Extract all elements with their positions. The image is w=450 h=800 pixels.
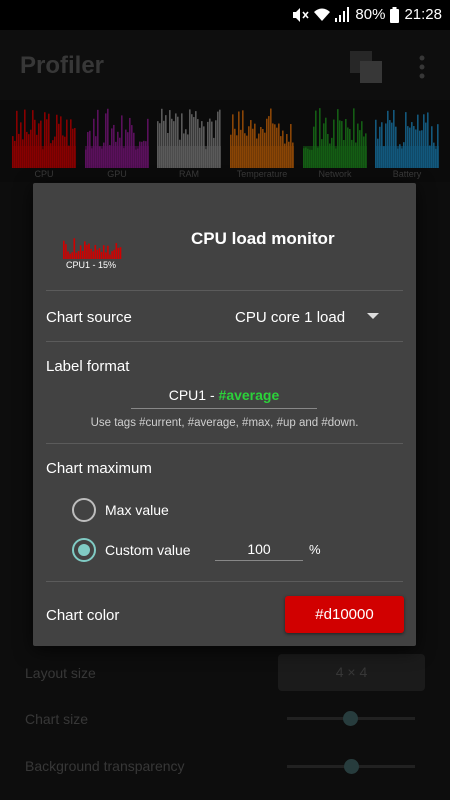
preview-bar xyxy=(88,243,90,259)
preview-bar xyxy=(71,252,73,259)
mute-icon xyxy=(293,7,310,22)
battery-icon xyxy=(390,6,400,23)
percent-unit: % xyxy=(309,542,321,557)
preview-bar xyxy=(73,238,76,259)
signal-icon xyxy=(335,7,350,22)
preview-bar xyxy=(96,249,99,259)
dropdown-arrow-icon[interactable] xyxy=(367,313,379,319)
chart-color-label: Chart color xyxy=(46,607,120,624)
custom-value-label[interactable]: Custom value xyxy=(105,542,191,558)
preview-bar xyxy=(100,251,103,259)
label-format-label: Label format xyxy=(46,358,130,375)
preview-bar xyxy=(63,240,65,259)
divider xyxy=(46,443,403,444)
custom-value-input[interactable]: 100 xyxy=(215,541,303,561)
preview-bar xyxy=(67,251,69,259)
clock: 21:28 xyxy=(404,6,442,23)
label-format-tag: #average xyxy=(218,387,280,403)
preview-bar xyxy=(113,249,115,259)
preview-bar xyxy=(105,252,107,259)
max-value-label[interactable]: Max value xyxy=(105,502,169,518)
divider xyxy=(46,290,403,291)
preview-bar xyxy=(109,254,111,259)
chart-maximum-label: Chart maximum xyxy=(46,460,152,477)
preview-bar xyxy=(69,253,71,259)
preview-bar xyxy=(98,247,101,259)
label-format-input[interactable]: CPU1 - #average xyxy=(131,387,317,409)
preview-bar xyxy=(79,245,82,259)
preview-bar xyxy=(92,251,94,259)
preview-bar xyxy=(77,251,80,259)
preview-bar xyxy=(111,251,113,259)
label-format-prefix: CPU1 - xyxy=(168,387,219,403)
battery-percent: 80% xyxy=(355,6,386,23)
chart-color-button[interactable]: #d10000 xyxy=(285,596,404,633)
preview-bar xyxy=(75,252,78,259)
divider xyxy=(46,341,403,342)
dialog-title: CPU load monitor xyxy=(191,229,335,248)
preview-bar xyxy=(102,245,105,259)
preview-bar xyxy=(90,248,92,259)
preview-bar xyxy=(65,244,67,259)
label-format-hint: Use tags #current, #average, #max, #up a… xyxy=(90,417,359,429)
chart-preview-label: CPU1 - 15% xyxy=(66,260,117,270)
preview-bar xyxy=(115,243,118,259)
preview-bar xyxy=(117,247,120,259)
preview-bar xyxy=(84,241,86,259)
status-bar: 80% 21:28 xyxy=(0,0,450,30)
preview-bar xyxy=(107,245,109,259)
chart-source-label: Chart source xyxy=(46,309,132,326)
preview-bar xyxy=(81,250,84,259)
chart-source-dropdown[interactable]: CPU core 1 load xyxy=(235,309,345,326)
preview-bar xyxy=(94,245,97,259)
preview-bar xyxy=(119,247,122,259)
custom-value-radio[interactable] xyxy=(72,538,96,562)
divider xyxy=(46,581,403,582)
cpu-monitor-dialog: CPU1 - 15% CPU load monitor Chart source… xyxy=(33,183,416,646)
wifi-icon xyxy=(314,8,331,21)
max-value-radio[interactable] xyxy=(72,498,96,522)
preview-bar xyxy=(86,244,88,259)
